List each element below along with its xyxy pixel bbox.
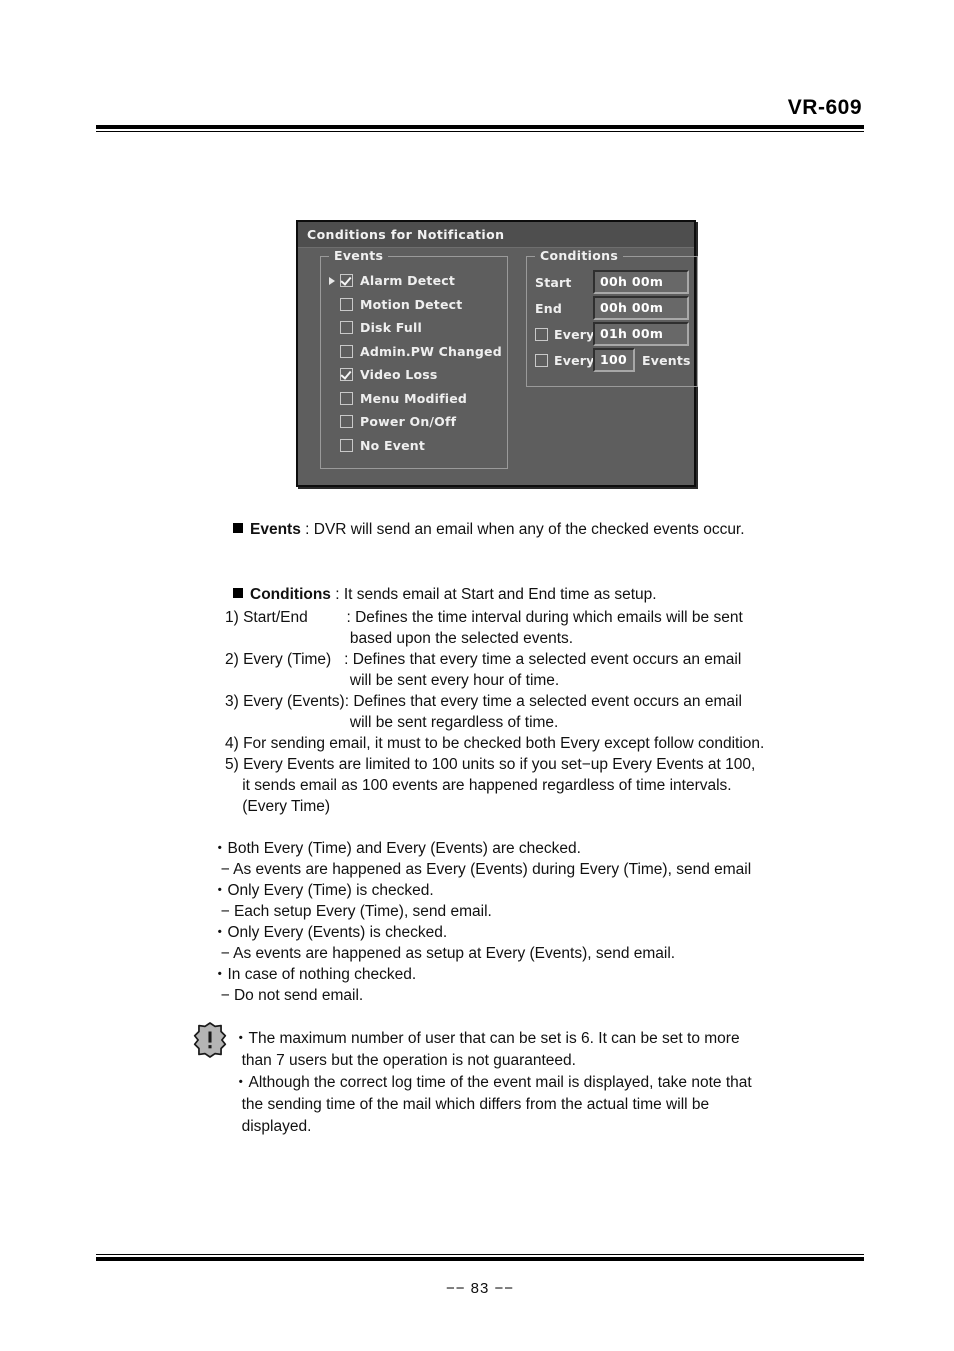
- events-group: Events Alarm Detect Motion Detect Disk F…: [320, 248, 508, 469]
- event-label-power-on-off: Power On/Off: [360, 414, 457, 430]
- event-label-motion-detect: Motion Detect: [360, 296, 463, 312]
- event-row-menu-modified[interactable]: Menu Modified: [329, 387, 499, 411]
- numbered-item-1b: based upon the selected events.: [225, 630, 574, 647]
- start-label: Start: [535, 274, 572, 290]
- events-description-line: Events : DVR will send an email when any…: [233, 519, 745, 541]
- numbered-item-1: 1) Start/End : Defines the time interval…: [225, 609, 743, 626]
- event-row-disk-full[interactable]: Disk Full: [329, 316, 499, 340]
- events-description-rest: : DVR will send an email when any of the…: [300, 521, 745, 538]
- selection-cursor-icon: [329, 276, 335, 285]
- bullet-item-1b: − As events are happened as Every (Event…: [212, 861, 752, 878]
- every-events-count-field[interactable]: 100: [593, 348, 635, 372]
- bullet-square-icon-2: [233, 588, 243, 598]
- conditions-group-legend: Conditions: [535, 248, 624, 263]
- checkbox-power-on-off[interactable]: [340, 415, 353, 429]
- page-footer: −− 83 −−: [96, 1254, 864, 1297]
- condition-row-start[interactable]: Start 00h 00m: [535, 269, 689, 295]
- page-header: VR-609: [96, 96, 864, 133]
- checkbox-alarm-detect[interactable]: [340, 274, 353, 288]
- event-row-admin-pw-changed[interactable]: Admin.PW Changed: [329, 340, 502, 364]
- end-label: End: [535, 300, 562, 316]
- note-line-2: than 7 users but the operation is not gu…: [233, 1052, 576, 1069]
- checkbox-disk-full[interactable]: [340, 321, 353, 335]
- numbered-item-5b: it sends email as 100 events are happene…: [225, 777, 732, 794]
- conditions-description-rest: : It sends email at Start and End time a…: [330, 586, 657, 603]
- note-line-4: the sending time of the mail which diffe…: [233, 1096, 710, 1113]
- header-rule-thick: [96, 125, 864, 130]
- bullet-item-3: ・Only Every (Events) is checked.: [212, 924, 448, 941]
- checkbox-motion-detect[interactable]: [340, 297, 353, 311]
- numbered-item-3b: will be sent regardless of time.: [225, 714, 559, 731]
- note-line-1: ・The maximum number of user that can be …: [233, 1030, 740, 1047]
- header-rule-thin: [96, 131, 864, 133]
- every-time-label: Every: [554, 326, 595, 342]
- dialog-titlebar: Conditions for Notification: [298, 222, 694, 248]
- every-time-label-group[interactable]: Every: [535, 326, 595, 342]
- event-label-admin-pw-changed: Admin.PW Changed: [360, 343, 502, 359]
- event-label-alarm-detect: Alarm Detect: [360, 273, 456, 289]
- event-label-video-loss: Video Loss: [360, 367, 438, 383]
- page-number: −− 83 −−: [445, 1280, 515, 1297]
- checkbox-menu-modified[interactable]: [340, 391, 353, 405]
- every-events-unit-label: Events: [642, 352, 691, 368]
- start-time-field[interactable]: 00h 00m: [593, 270, 689, 294]
- every-events-label: Every: [554, 352, 595, 368]
- bullet-item-3b: − As events are happened as setup at Eve…: [212, 945, 676, 962]
- note-line-3: ・Although the correct log time of the ev…: [233, 1074, 752, 1091]
- dialog-title: Conditions for Notification: [307, 227, 505, 242]
- event-label-disk-full: Disk Full: [360, 320, 422, 336]
- numbered-item-2b: will be sent every hour of time.: [225, 672, 560, 689]
- checkbox-every-events[interactable]: [535, 353, 548, 367]
- condition-row-every-events[interactable]: Every 100 Events: [535, 347, 691, 373]
- event-row-video-loss[interactable]: Video Loss: [329, 363, 499, 387]
- end-time-field[interactable]: 00h 00m: [593, 296, 689, 320]
- event-row-motion-detect[interactable]: Motion Detect: [329, 293, 499, 317]
- every-time-field[interactable]: 01h 00m: [593, 322, 689, 346]
- events-group-legend: Events: [329, 248, 389, 263]
- numbered-item-3: 3) Every (Events): Defines that every ti…: [225, 693, 742, 710]
- conditions-description-line: Conditions : It sends email at Start and…: [233, 584, 657, 606]
- events-term: Events: [250, 521, 301, 538]
- condition-row-end[interactable]: End 00h 00m: [535, 295, 689, 321]
- numbered-item-5: 5) Every Events are limited to 100 units…: [225, 756, 756, 773]
- bullet-item-4b: − Do not send email.: [212, 987, 364, 1004]
- numbered-item-2: 2) Every (Time) : Defines that every tim…: [225, 651, 742, 668]
- event-row-no-event[interactable]: No Event: [329, 434, 499, 458]
- event-row-power-on-off[interactable]: Power On/Off: [329, 410, 499, 434]
- dialog-body: Events Alarm Detect Motion Detect Disk F…: [298, 248, 698, 485]
- every-events-label-group[interactable]: Every: [535, 352, 595, 368]
- checkbox-admin-pw-changed[interactable]: [340, 344, 353, 358]
- checkbox-video-loss[interactable]: [340, 368, 353, 382]
- event-label-no-event: No Event: [360, 437, 426, 453]
- warning-starburst-icon: [193, 1022, 227, 1058]
- document-model-title: VR-609: [787, 96, 862, 119]
- bullet-item-4: ・In case of nothing checked.: [212, 966, 417, 983]
- bullet-item-2: ・Only Every (Time) is checked.: [212, 882, 434, 899]
- bullet-square-icon: [233, 523, 243, 533]
- footer-rule-thin: [96, 1254, 864, 1255]
- note-line-5: displayed.: [233, 1118, 312, 1135]
- conditions-group: Conditions Start 00h 00m End 00h 00m Eve…: [526, 248, 698, 387]
- numbered-item-4: 4) For sending email, it must to be chec…: [225, 735, 765, 752]
- bullet-item-2b: − Each setup Every (Time), send email.: [212, 903, 492, 920]
- footer-rule-thick: [96, 1257, 864, 1261]
- checkbox-no-event[interactable]: [340, 438, 353, 452]
- event-row-alarm-detect[interactable]: Alarm Detect: [329, 269, 499, 293]
- checkbox-every-time[interactable]: [535, 327, 548, 341]
- numbered-item-5c: (Every Time): [225, 798, 331, 815]
- condition-row-every-time[interactable]: Every 01h 00m: [535, 321, 689, 347]
- bullet-item-1: ・Both Every (Time) and Every (Events) ar…: [212, 840, 581, 857]
- conditions-for-notification-dialog[interactable]: Conditions for Notification Events Alarm…: [296, 220, 698, 487]
- conditions-term: Conditions: [250, 586, 331, 603]
- event-label-menu-modified: Menu Modified: [360, 390, 468, 406]
